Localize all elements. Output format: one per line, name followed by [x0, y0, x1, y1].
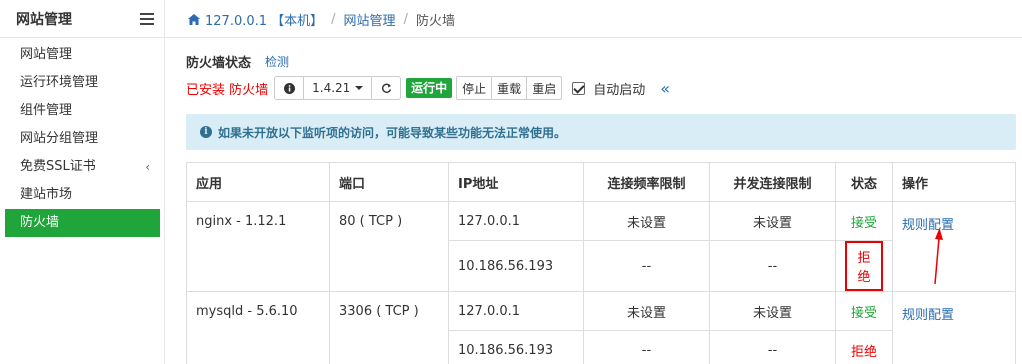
sidebar-item-components[interactable]: 组件管理 [0, 97, 164, 125]
breadcrumb-separator: / [331, 12, 336, 27]
ip-cell: 10.186.56.193 [448, 330, 584, 364]
sidebar-menu: 网站管理 运行环境管理 组件管理 网站分组管理 免费SSL证书 ‹ 建站市场 防火… [0, 41, 164, 237]
divider [165, 37, 1022, 38]
sidebar-item-label: 网站管理 [20, 47, 73, 62]
status-reject: 拒绝 [850, 344, 877, 360]
sidebar-item-label: 免费SSL证书 [20, 159, 96, 174]
firewall-status-header: 防火墙状态 检测 [186, 52, 289, 71]
ip-cell: 127.0.0.1 [448, 291, 584, 331]
autostart-toggle[interactable]: 自动启动 [572, 79, 645, 98]
main-content: 127.0.0.1 【本机】 / 网站管理 / 防火墙 防火墙状态 检测 已安装… [165, 0, 1022, 364]
status-accept: 接受 [850, 305, 877, 321]
firewall-toolbar: 已安装 防火墙 1.4.21 运行中 停止 重载 重启 自动启动 ‹‹ [186, 76, 670, 100]
sidebar-header: 网站管理 [0, 0, 164, 38]
ip-cell: 127.0.0.1 [448, 201, 584, 241]
info-alert: i 如果未开放以下监听项的访问，可能导致某些功能无法正常使用。 [186, 114, 1016, 150]
sidebar-item-site-management[interactable]: 网站管理 [0, 41, 164, 69]
status-cell: 接受 [835, 291, 893, 331]
autostart-label: 自动启动 [593, 82, 646, 98]
sidebar-item-site-groups[interactable]: 网站分组管理 [0, 125, 164, 153]
action-cell: 规则配置 [892, 201, 1016, 292]
refresh-icon [381, 83, 391, 93]
status-cell: 接受 [835, 201, 893, 241]
sidebar-title: 网站管理 [16, 11, 72, 28]
rule-config-link[interactable]: 规则配置 [902, 218, 954, 233]
version-select[interactable]: 1.4.21 [303, 77, 371, 99]
info-icon [283, 82, 295, 94]
status-cell: 拒绝 [835, 240, 893, 292]
status-reject: 拒绝 [845, 241, 883, 291]
firewall-status-title: 防火墙状态 [186, 56, 252, 71]
column-header-actions: 操作 [892, 162, 1016, 202]
table-row: nginx - 1.12.1 80 ( TCP ) 127.0.0.1 未设置 … [186, 201, 1016, 292]
version-value: 1.4.21 [312, 81, 351, 95]
alert-text: 如果未开放以下监听项的访问，可能导致某些功能无法正常使用。 [218, 125, 567, 140]
running-badge: 运行中 [406, 78, 453, 98]
info-circle-icon: i [200, 126, 212, 138]
status-accept: 接受 [850, 215, 877, 231]
conn-limit-cell: -- [709, 330, 836, 364]
sidebar-item-label: 运行环境管理 [20, 75, 99, 90]
sidebar: 网站管理 网站管理 运行环境管理 组件管理 网站分组管理 免费SSL证书 ‹ 建站… [0, 0, 165, 364]
sidebar-item-free-ssl[interactable]: 免费SSL证书 ‹ [0, 153, 164, 181]
menu-toggle-icon[interactable] [140, 12, 154, 25]
breadcrumb: 127.0.0.1 【本机】 / 网站管理 / 防火墙 [188, 10, 455, 29]
column-header-port: 端口 [329, 162, 449, 202]
conn-limit-cell: 未设置 [709, 291, 836, 331]
annotation-arrow-icon [934, 228, 943, 285]
port-cell: 80 ( TCP ) [329, 201, 449, 292]
column-header-status: 状态 [835, 162, 893, 202]
firewall-rules-table: 应用 端口 IP地址 连接频率限制 并发连接限制 状态 操作 nginx - 1… [186, 162, 1016, 364]
table-header-row: 应用 端口 IP地址 连接频率限制 并发连接限制 状态 操作 [186, 162, 1016, 202]
column-header-ip: IP地址 [448, 162, 584, 202]
column-header-rate-limit: 连接频率限制 [583, 162, 710, 202]
sidebar-item-runtime-env[interactable]: 运行环境管理 [0, 69, 164, 97]
stop-button[interactable]: 停止 [457, 77, 491, 99]
action-cell: 规则配置 [892, 291, 1016, 364]
table-row: mysqld - 5.6.10 3306 ( TCP ) 127.0.0.1 未… [186, 291, 1016, 364]
sidebar-item-firewall[interactable]: 防火墙 [5, 209, 160, 237]
autostart-checkbox[interactable] [572, 81, 586, 95]
breadcrumb-current: 防火墙 [415, 14, 455, 29]
column-header-conn-limit: 并发连接限制 [709, 162, 836, 202]
conn-limit-cell: -- [709, 240, 836, 292]
restart-button[interactable]: 重启 [526, 77, 561, 99]
sidebar-item-site-market[interactable]: 建站市场 [0, 181, 164, 209]
version-button-group: 1.4.21 [274, 76, 402, 100]
column-header-app: 应用 [186, 162, 330, 202]
sidebar-item-label: 防火墙 [20, 215, 60, 230]
rate-limit-cell: -- [583, 330, 710, 364]
rule-config-link[interactable]: 规则配置 [902, 308, 954, 323]
reload-button[interactable]: 重载 [491, 77, 526, 99]
sidebar-item-label: 网站分组管理 [20, 131, 99, 146]
caret-down-icon [355, 86, 364, 90]
breadcrumb-host-link[interactable]: 127.0.0.1 【本机】 [205, 10, 323, 29]
conn-limit-cell: 未设置 [709, 201, 836, 241]
check-link[interactable]: 检测 [265, 53, 289, 70]
port-cell: 3306 ( TCP ) [329, 291, 449, 364]
ip-cell: 10.186.56.193 [448, 240, 584, 292]
sidebar-item-label: 组件管理 [20, 103, 73, 118]
rate-limit-cell: 未设置 [583, 291, 710, 331]
installed-status-text: 已安装 防火墙 [186, 82, 269, 98]
sidebar-item-label: 建站市场 [20, 187, 73, 202]
rate-limit-cell: 未设置 [583, 201, 710, 241]
double-chevron-left-icon[interactable]: ‹‹ [660, 79, 670, 98]
breadcrumb-separator: / [403, 12, 408, 27]
chevron-left-icon: ‹ [145, 160, 150, 174]
app-cell: nginx - 1.12.1 [186, 201, 330, 292]
service-control-group: 停止 重载 重启 [456, 76, 563, 100]
home-icon [188, 14, 200, 25]
status-cell: 拒绝 [835, 330, 893, 364]
refresh-button[interactable] [371, 77, 400, 99]
rate-limit-cell: -- [583, 240, 710, 292]
info-button[interactable] [275, 77, 303, 99]
app-cell: mysqld - 5.6.10 [186, 291, 330, 364]
breadcrumb-section-link[interactable]: 网站管理 [344, 10, 396, 29]
